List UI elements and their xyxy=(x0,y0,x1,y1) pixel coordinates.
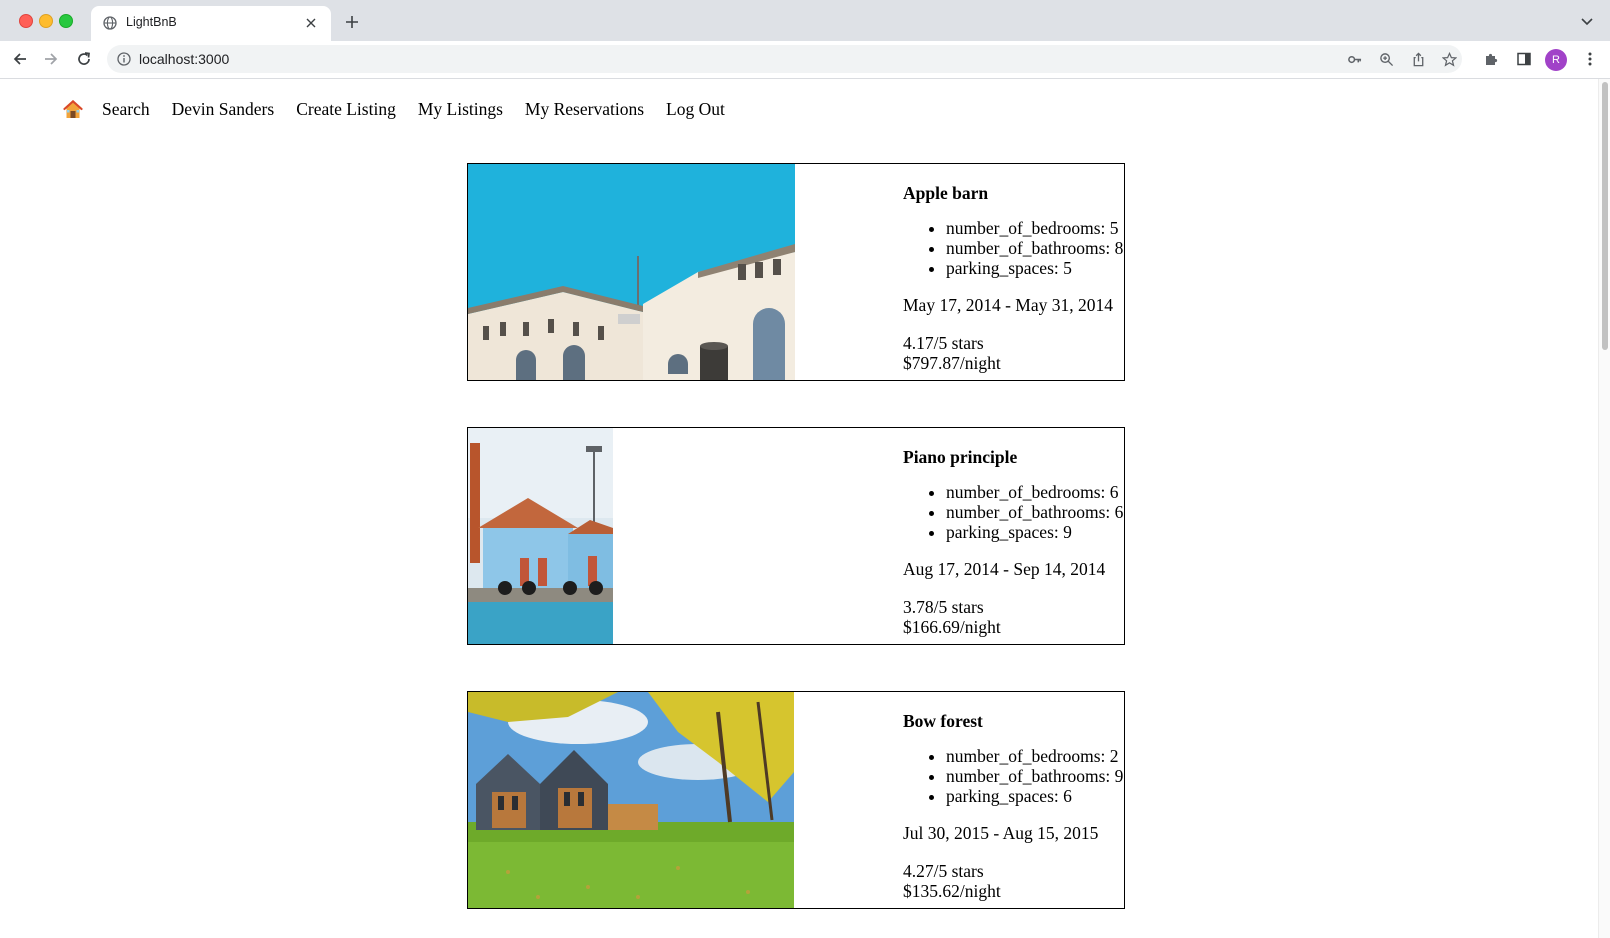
nav-link-log-out[interactable]: Log Out xyxy=(666,99,725,120)
listing-title[interactable]: Apple barn xyxy=(903,183,1124,204)
page-scrollbar[interactable] xyxy=(1598,79,1610,938)
page-viewport: Search Devin Sanders Create Listing My L… xyxy=(0,79,1598,938)
listing-info: Bow forest number_of_bedrooms: 2 number_… xyxy=(903,692,1124,901)
listing-photo xyxy=(468,428,613,644)
reload-icon[interactable] xyxy=(75,50,93,68)
listing-title[interactable]: Piano principle xyxy=(903,447,1124,468)
new-tab-icon[interactable] xyxy=(344,14,360,30)
listing-details: number_of_bedrooms: 2 number_of_bathroom… xyxy=(903,746,1124,806)
reservation-card: Piano principle number_of_bedrooms: 6 nu… xyxy=(467,427,1125,645)
close-tab-icon[interactable] xyxy=(303,15,319,31)
browser-tab-active[interactable]: LightBnB xyxy=(91,6,331,41)
browser-tabstrip: LightBnB xyxy=(0,0,1610,41)
minimize-window-button[interactable] xyxy=(39,14,53,28)
more-menu-icon[interactable] xyxy=(1582,51,1598,67)
tab-title: LightBnB xyxy=(126,15,177,29)
side-panel-icon[interactable] xyxy=(1516,51,1532,67)
browser-toolbar: localhost:3000 R xyxy=(0,41,1610,79)
listing-rating: 4.17/5 stars xyxy=(903,333,984,353)
detail-parking: parking_spaces: 6 xyxy=(946,786,1124,806)
house-icon[interactable] xyxy=(62,98,84,120)
listing-info: Apple barn number_of_bedrooms: 5 number_… xyxy=(903,164,1124,373)
detail-bedrooms: number_of_bedrooms: 2 xyxy=(946,746,1124,766)
reservation-card: Apple barn number_of_bedrooms: 5 number_… xyxy=(467,163,1125,381)
site-info-icon[interactable] xyxy=(117,52,131,66)
zoom-icon[interactable] xyxy=(1379,52,1394,67)
listing-rating: 4.27/5 stars xyxy=(903,861,984,881)
listing-details: number_of_bedrooms: 5 number_of_bathroom… xyxy=(903,218,1124,278)
reservation-dates: Jul 30, 2015 - Aug 15, 2015 xyxy=(903,823,1099,843)
reservation-card: Bow forest number_of_bedrooms: 2 number_… xyxy=(467,691,1125,909)
key-icon[interactable] xyxy=(1347,52,1362,67)
forward-arrow-icon[interactable] xyxy=(42,50,60,68)
back-arrow-icon[interactable] xyxy=(11,50,29,68)
tab-search-chevron-icon[interactable] xyxy=(1580,16,1594,28)
detail-parking: parking_spaces: 9 xyxy=(946,522,1124,542)
scrollbar-thumb[interactable] xyxy=(1602,82,1608,350)
nav-link-user[interactable]: Devin Sanders xyxy=(172,99,275,120)
nav-link-my-reservations[interactable]: My Reservations xyxy=(525,99,644,120)
listing-price: $135.62/night xyxy=(903,881,1001,901)
nav-link-create-listing[interactable]: Create Listing xyxy=(296,99,396,120)
listing-rating: 3.78/5 stars xyxy=(903,597,984,617)
maximize-window-button[interactable] xyxy=(59,14,73,28)
listing-price: $797.87/night xyxy=(903,353,1001,373)
globe-icon xyxy=(103,16,117,30)
listing-info: Piano principle number_of_bedrooms: 6 nu… xyxy=(903,428,1124,637)
extensions-puzzle-icon[interactable] xyxy=(1484,51,1500,67)
site-nav: Search Devin Sanders Create Listing My L… xyxy=(62,95,747,123)
listing-title[interactable]: Bow forest xyxy=(903,711,1124,732)
share-icon[interactable] xyxy=(1411,52,1426,67)
detail-bedrooms: number_of_bedrooms: 5 xyxy=(946,218,1124,238)
detail-bedrooms: number_of_bedrooms: 6 xyxy=(946,482,1124,502)
address-bar[interactable]: localhost:3000 xyxy=(107,45,1462,73)
listing-photo xyxy=(468,164,795,380)
nav-link-search[interactable]: Search xyxy=(102,99,150,120)
bookmark-star-icon[interactable] xyxy=(1442,52,1457,67)
url-text[interactable]: localhost:3000 xyxy=(139,51,229,67)
detail-parking: parking_spaces: 5 xyxy=(946,258,1124,278)
reservation-dates: Aug 17, 2014 - Sep 14, 2014 xyxy=(903,559,1106,579)
profile-avatar[interactable]: R xyxy=(1545,49,1567,71)
reservation-dates: May 17, 2014 - May 31, 2014 xyxy=(903,295,1113,315)
detail-bathrooms: number_of_bathrooms: 9 xyxy=(946,766,1124,786)
listing-photo xyxy=(468,692,794,908)
listing-price: $166.69/night xyxy=(903,617,1001,637)
listing-details: number_of_bedrooms: 6 number_of_bathroom… xyxy=(903,482,1124,542)
close-window-button[interactable] xyxy=(19,14,33,28)
detail-bathrooms: number_of_bathrooms: 6 xyxy=(946,502,1124,522)
detail-bathrooms: number_of_bathrooms: 8 xyxy=(946,238,1124,258)
nav-link-my-listings[interactable]: My Listings xyxy=(418,99,503,120)
